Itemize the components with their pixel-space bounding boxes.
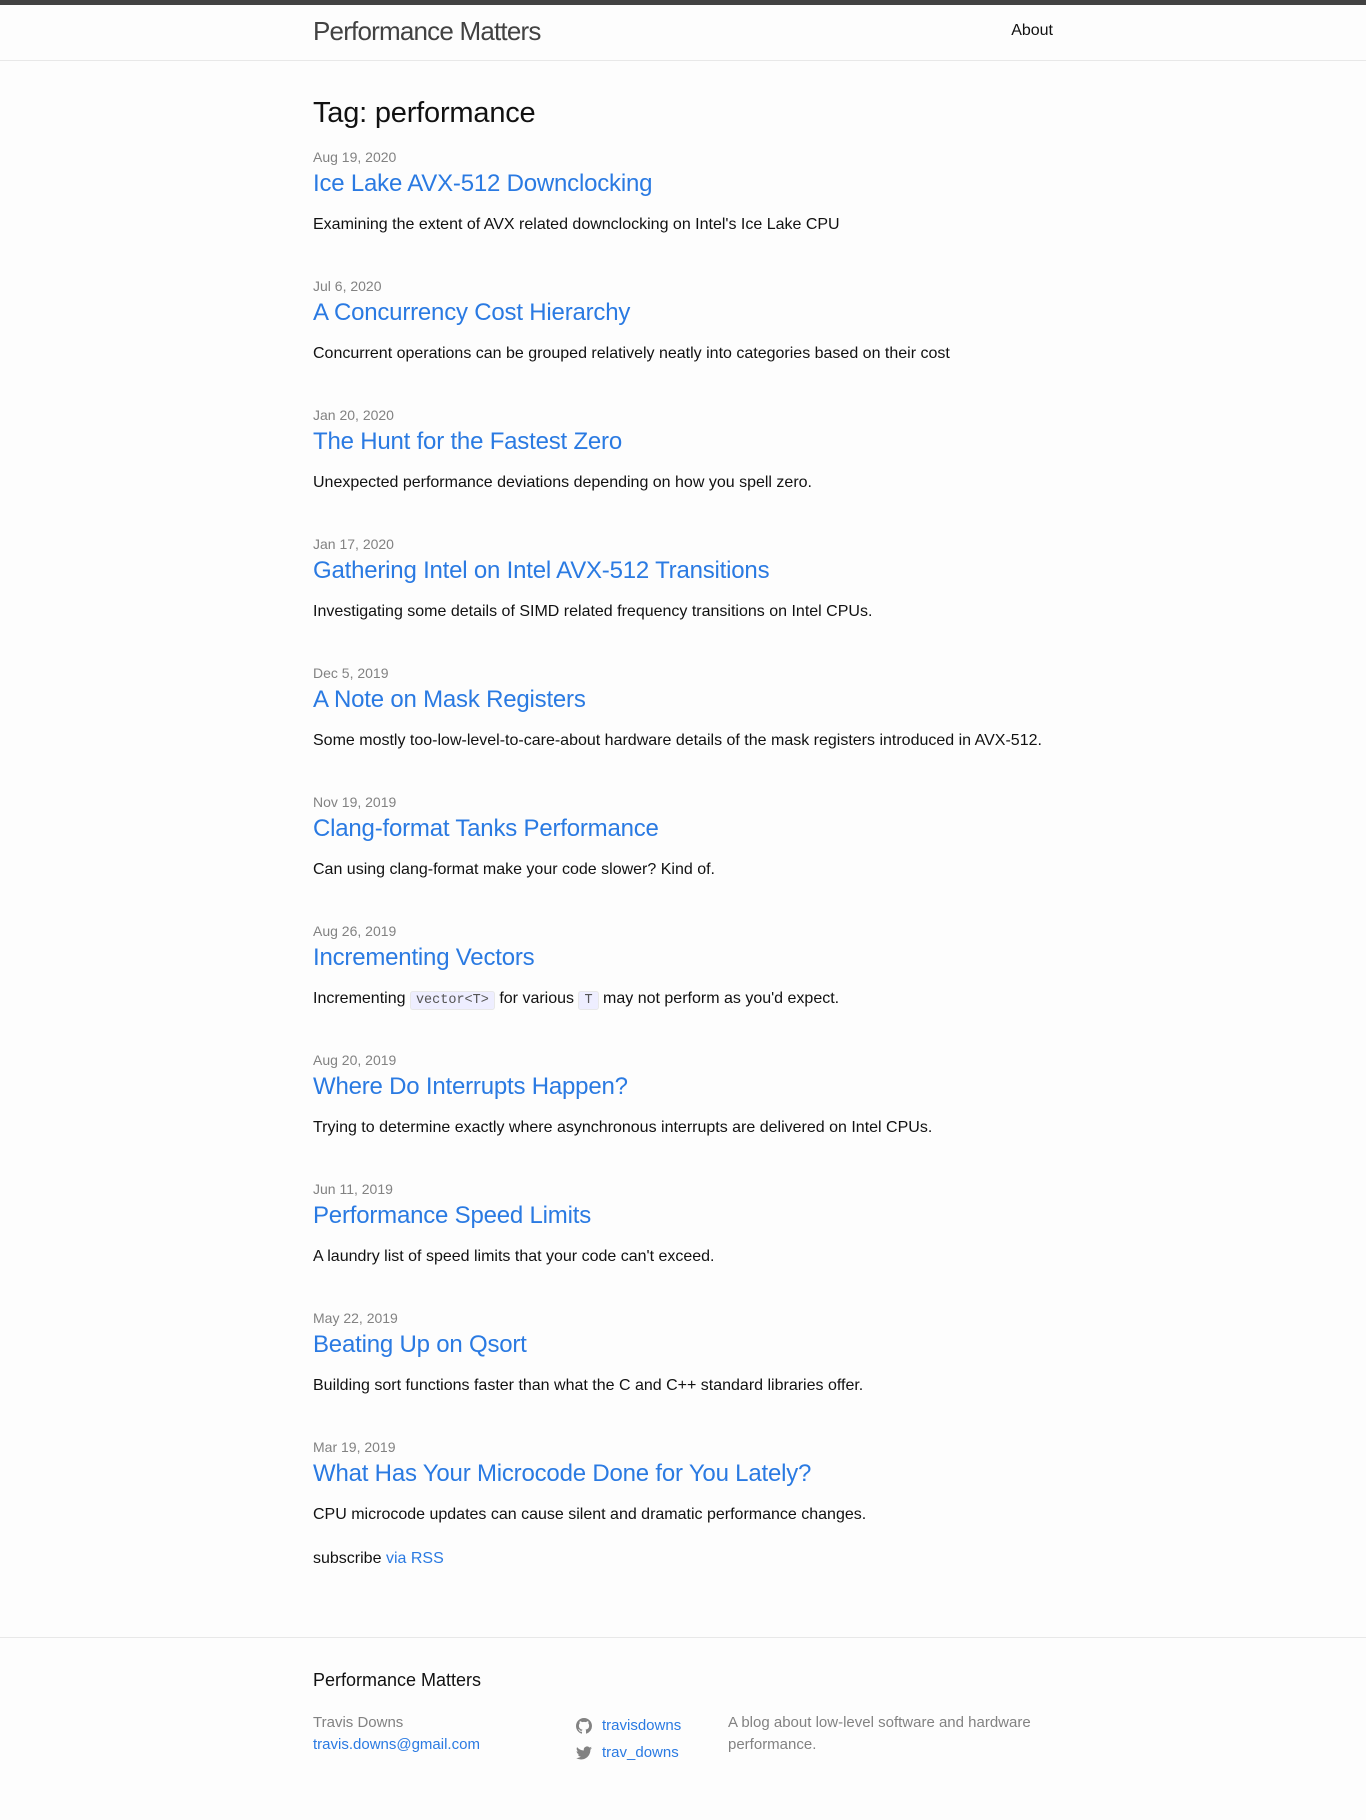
post-date: Jun 11, 2019 [313, 1181, 393, 1197]
inline-code: T [578, 991, 599, 1010]
post-item: Jun 11, 2019 Performance Speed Limits A … [313, 1180, 1053, 1309]
post-date: Jan 20, 2020 [313, 407, 394, 423]
post-title-link[interactable]: Clang-format Tanks Performance [313, 814, 1053, 844]
post-title-link[interactable]: Incrementing Vectors [313, 943, 1053, 973]
post-item: Jan 17, 2020 Gathering Intel on Intel AV… [313, 535, 1053, 664]
twitter-icon [576, 1746, 592, 1759]
page-heading: Tag: performance [313, 97, 536, 129]
rss-link[interactable]: via RSS [386, 1550, 444, 1567]
post-excerpt: Incrementing vector<T> for various T may… [313, 987, 1053, 1013]
footer-email-link[interactable]: travis.downs@gmail.com [313, 1736, 480, 1753]
inline-code: vector<T> [409, 991, 495, 1010]
twitter-link[interactable]: trav_downs [602, 1739, 679, 1766]
post-item: Aug 19, 2020 Ice Lake AVX-512 Downclocki… [313, 148, 1053, 277]
site-footer: Performance Matters Travis Downs travis.… [0, 1637, 1366, 1820]
main-content: Tag: performance Aug 19, 2020 Ice Lake A… [313, 97, 1053, 1568]
post-date: Jul 6, 2020 [313, 278, 382, 294]
post-item: Aug 26, 2019 Incrementing Vectors Increm… [313, 922, 1053, 1051]
excerpt-text: may not perform as you'd expect. [603, 990, 840, 1007]
post-excerpt: CPU microcode updates can cause silent a… [313, 1506, 867, 1523]
post-title-link[interactable]: What Has Your Microcode Done for You Lat… [313, 1459, 1053, 1489]
post-list: Aug 19, 2020 Ice Lake AVX-512 Downclocki… [313, 148, 1053, 1567]
post-excerpt: A laundry list of speed limits that your… [313, 1248, 715, 1265]
post-item: Nov 19, 2019 Clang-format Tanks Performa… [313, 793, 1053, 922]
site-title-link[interactable]: Performance Matters [313, 16, 541, 47]
post-excerpt: Can using clang-format make your code sl… [313, 861, 715, 878]
twitter-row: trav_downs [576, 1739, 681, 1766]
footer-description: A blog about low-level software and hard… [728, 1714, 1031, 1753]
post-title-link[interactable]: Beating Up on Qsort [313, 1330, 1053, 1360]
footer-author: Travis Downs [313, 1714, 404, 1731]
post-excerpt: Unexpected performance deviations depend… [313, 474, 812, 491]
excerpt-text: for various [499, 990, 575, 1007]
post-title-link[interactable]: Performance Speed Limits [313, 1201, 1053, 1231]
post-date: Aug 19, 2020 [313, 149, 397, 165]
nav-about-link[interactable]: About [1011, 22, 1053, 40]
rss-subscribe: subscribe via RSS [313, 1550, 1053, 1568]
post-item: Jan 20, 2020 The Hunt for the Fastest Ze… [313, 406, 1053, 535]
post-item: Aug 20, 2019 Where Do Interrupts Happen?… [313, 1051, 1053, 1180]
github-link[interactable]: travisdowns [602, 1712, 681, 1739]
excerpt-text: Incrementing [313, 990, 406, 1007]
post-item: Jul 6, 2020 A Concurrency Cost Hierarchy… [313, 277, 1053, 406]
post-date: Nov 19, 2019 [313, 794, 397, 810]
post-date: Dec 5, 2019 [313, 665, 389, 681]
post-excerpt: Concurrent operations can be grouped rel… [313, 345, 950, 362]
post-date: Aug 26, 2019 [313, 923, 397, 939]
post-excerpt: Examining the extent of AVX related down… [313, 216, 840, 233]
post-excerpt: Building sort functions faster than what… [313, 1377, 864, 1394]
github-row: travisdowns [576, 1712, 681, 1739]
github-icon [576, 1717, 592, 1734]
post-title-link[interactable]: A Note on Mask Registers [313, 685, 1053, 715]
site-header: Performance Matters About [0, 5, 1366, 61]
post-title-link[interactable]: Where Do Interrupts Happen? [313, 1072, 1053, 1102]
post-item: Dec 5, 2019 A Note on Mask Registers Som… [313, 664, 1053, 793]
post-excerpt: Investigating some details of SIMD relat… [313, 603, 873, 620]
post-date: Jan 17, 2020 [313, 536, 394, 552]
post-excerpt: Some mostly too-low-level-to-care-about … [313, 732, 1042, 749]
footer-social: travisdowns trav_downs [576, 1712, 681, 1766]
post-title-link[interactable]: Gathering Intel on Intel AVX-512 Transit… [313, 556, 1053, 586]
post-item: May 22, 2019 Beating Up on Qsort Buildin… [313, 1309, 1053, 1438]
rss-prefix: subscribe [313, 1550, 382, 1567]
post-excerpt: Trying to determine exactly where asynch… [313, 1119, 933, 1136]
post-date: May 22, 2019 [313, 1310, 398, 1326]
footer-heading: Performance Matters [313, 1670, 482, 1690]
post-title-link[interactable]: A Concurrency Cost Hierarchy [313, 298, 1053, 328]
post-title-link[interactable]: The Hunt for the Fastest Zero [313, 427, 1053, 457]
post-title-link[interactable]: Ice Lake AVX-512 Downclocking [313, 169, 1053, 199]
footer-contact: Travis Downs travis.downs@gmail.com [313, 1712, 480, 1756]
post-date: Aug 20, 2019 [313, 1052, 397, 1068]
post-item: Mar 19, 2019 What Has Your Microcode Don… [313, 1438, 1053, 1567]
post-date: Mar 19, 2019 [313, 1439, 396, 1455]
